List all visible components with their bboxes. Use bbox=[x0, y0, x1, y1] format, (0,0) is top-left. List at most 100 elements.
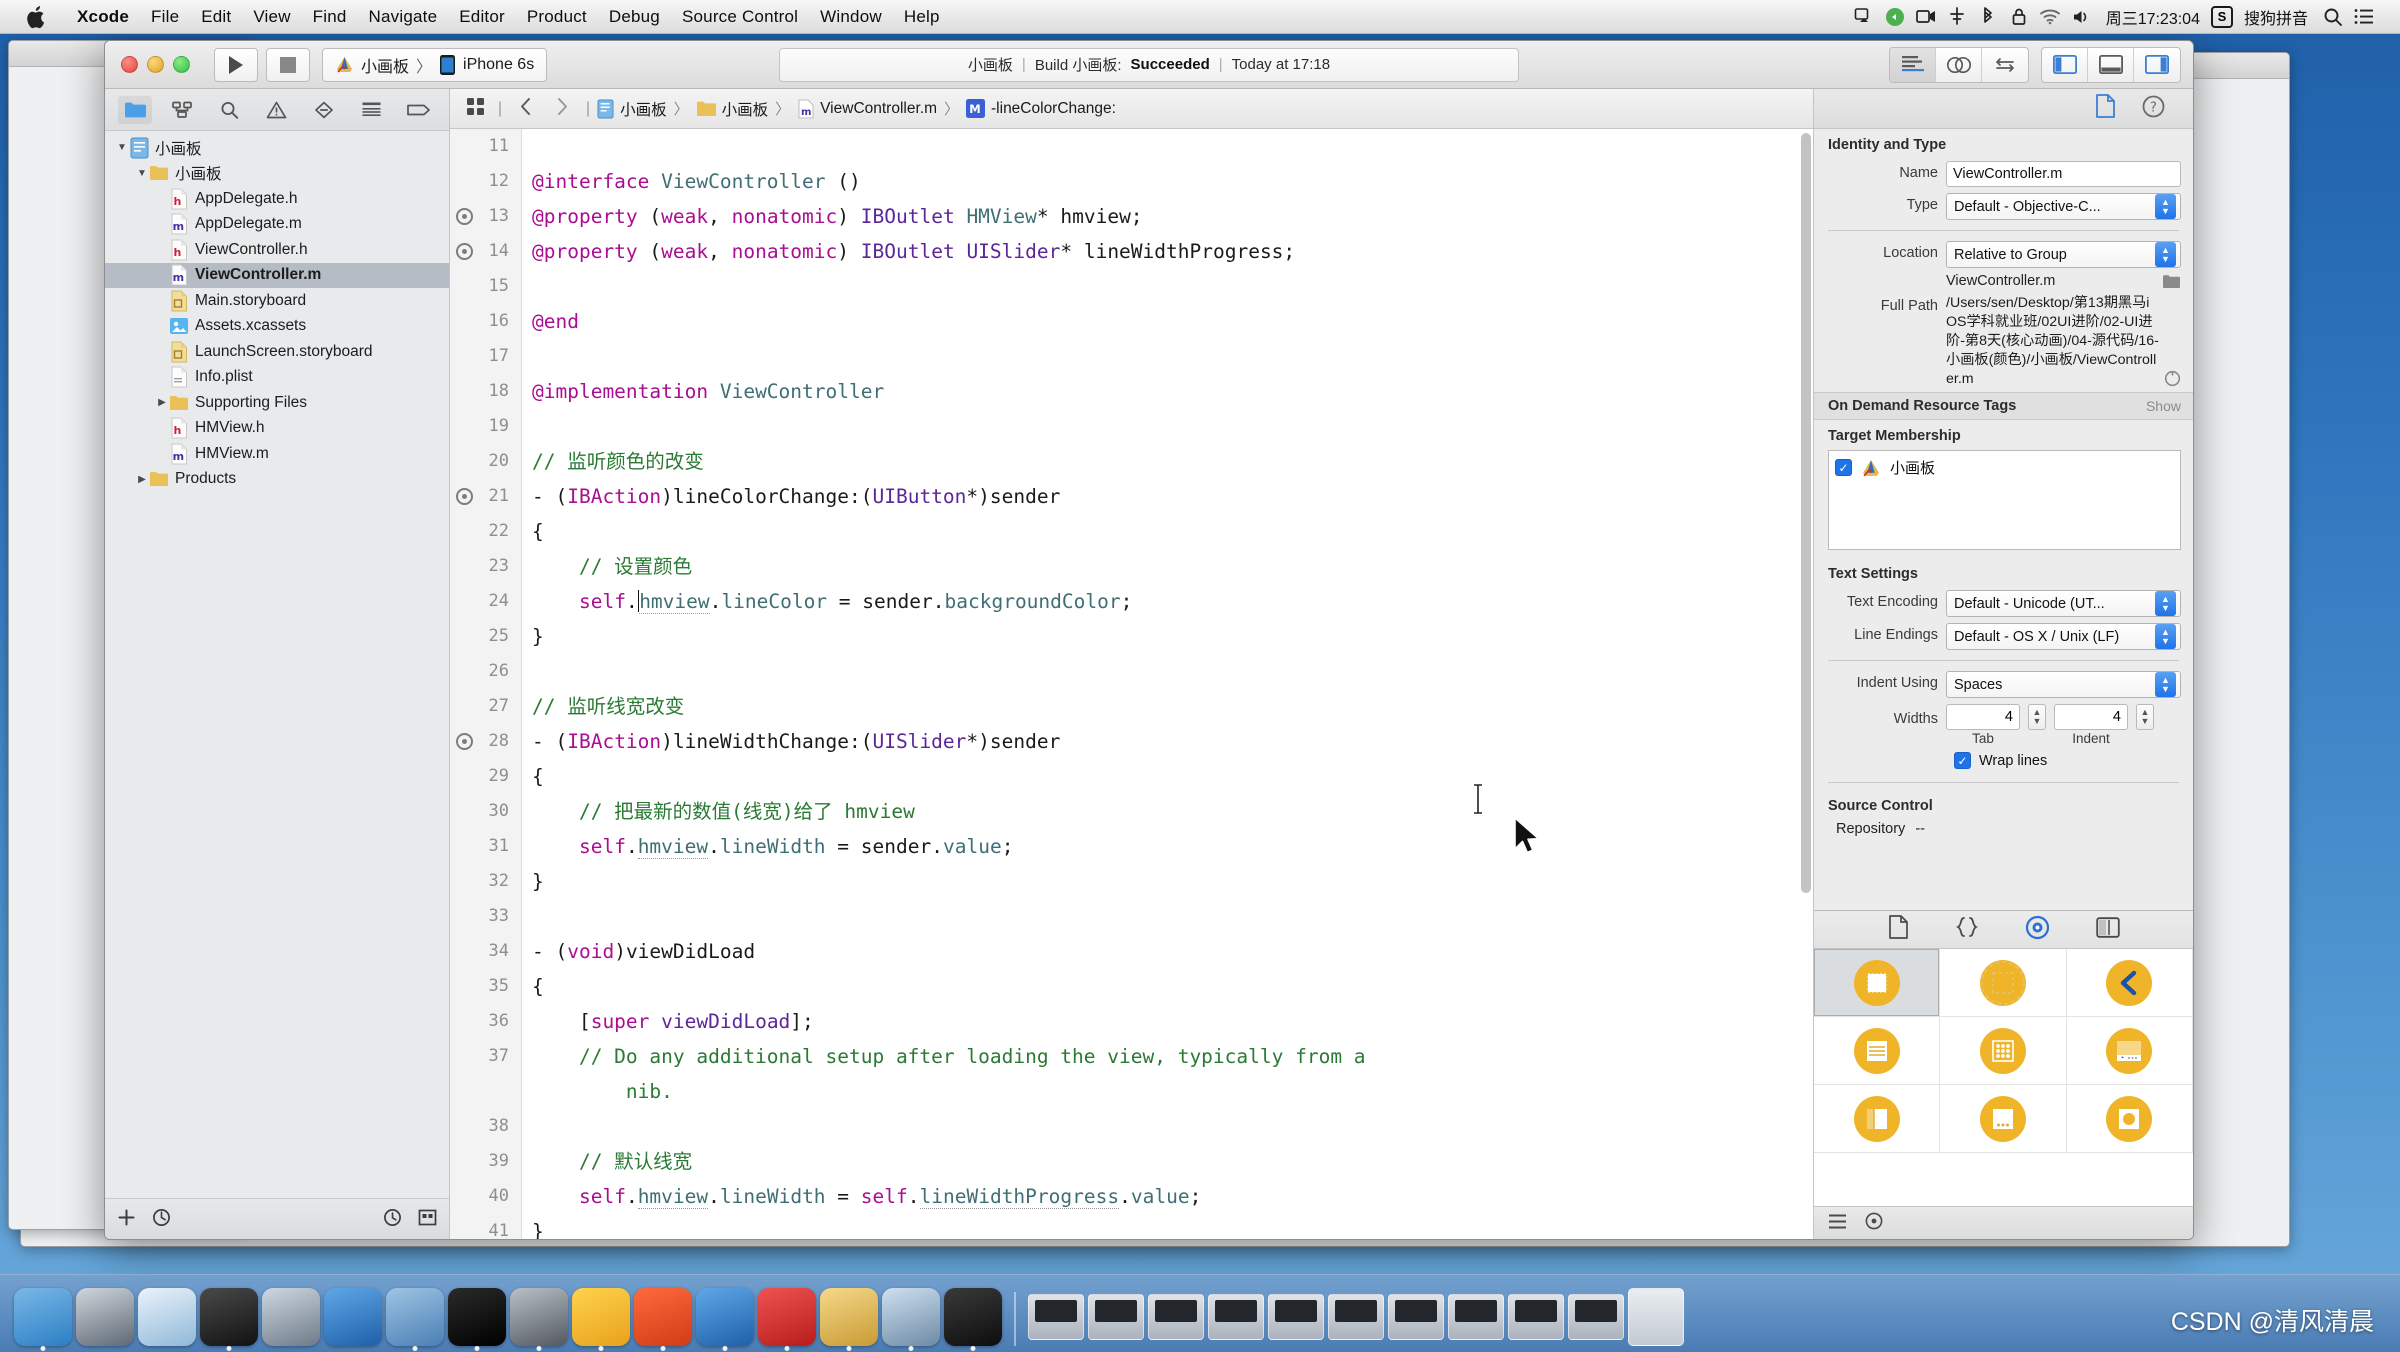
file-template-library-icon[interactable] bbox=[1888, 915, 1909, 944]
assistant-editor-icon[interactable] bbox=[1936, 47, 1982, 82]
breadcrumb-file[interactable]: m ViewController.m bbox=[797, 99, 937, 119]
scrollbar-thumb[interactable] bbox=[1801, 133, 1811, 893]
input-method-badge[interactable]: S bbox=[2210, 5, 2233, 28]
line-number[interactable]: 17 bbox=[450, 339, 521, 374]
code-text[interactable]: @interface ViewController () @property (w… bbox=[522, 129, 1813, 1239]
debug-navigator-icon[interactable] bbox=[355, 96, 389, 124]
code-line[interactable]: // 把最新的数值(线宽)给了 hmview bbox=[532, 794, 1813, 829]
type-popup[interactable]: Default - Objective-C... ▲ ▼ bbox=[1946, 193, 2181, 220]
issue-navigator-icon[interactable] bbox=[260, 96, 294, 124]
code-line[interactable]: } bbox=[532, 864, 1813, 899]
editor-scrollbar[interactable] bbox=[1801, 133, 1811, 1163]
view-controller-object[interactable] bbox=[1814, 949, 1941, 1017]
tree-item-viewcontroller-h[interactable]: h ViewController.h bbox=[105, 237, 449, 263]
apple-menu-icon[interactable] bbox=[26, 4, 48, 30]
tree-item-assets-xcassets[interactable]: Assets.xcassets bbox=[105, 314, 449, 340]
glkit-view-controller-object[interactable] bbox=[2066, 1085, 2193, 1153]
dock-minimized-window-4[interactable] bbox=[1268, 1294, 1324, 1340]
storyboard-reference-object[interactable] bbox=[1940, 949, 2067, 1017]
code-line[interactable]: @property (weak, nonatomic) IBOutlet HMV… bbox=[532, 199, 1813, 234]
tree-item-main-storyboard[interactable]: Main.storyboard bbox=[105, 288, 449, 314]
tree-item-[interactable]: ▼ 小画板 bbox=[105, 135, 449, 161]
chevron-right-icon[interactable] bbox=[546, 97, 579, 121]
line-number[interactable]: 30 bbox=[450, 794, 521, 829]
line-number[interactable]: 24 bbox=[450, 584, 521, 619]
dock-icon-paw[interactable] bbox=[634, 1288, 692, 1351]
tree-item-hmview-m[interactable]: m HMView.m bbox=[105, 441, 449, 467]
line-number[interactable]: 21 bbox=[450, 479, 521, 514]
line-number[interactable]: 31 bbox=[450, 829, 521, 864]
tree-item-[interactable]: ▼ 小画板 bbox=[105, 161, 449, 187]
zoom-button[interactable] bbox=[173, 56, 190, 73]
collection-view-controller-object[interactable] bbox=[1940, 1017, 2067, 1085]
tree-twisty[interactable]: ▶ bbox=[155, 397, 169, 408]
help-icon[interactable] bbox=[1865, 1212, 1883, 1235]
chevron-left-icon[interactable] bbox=[509, 97, 542, 121]
line-number[interactable] bbox=[450, 1074, 521, 1109]
close-button[interactable] bbox=[121, 56, 138, 73]
line-number[interactable]: 19 bbox=[450, 409, 521, 444]
code-line[interactable]: { bbox=[532, 969, 1813, 1004]
toggle-debug-area-icon[interactable] bbox=[2088, 47, 2134, 82]
menu-find[interactable]: Find bbox=[302, 5, 358, 29]
menu-window[interactable]: Window bbox=[809, 5, 893, 29]
menu-navigate[interactable]: Navigate bbox=[358, 5, 449, 29]
project-navigator-icon[interactable] bbox=[117, 95, 152, 124]
dock-minimized-window-2[interactable] bbox=[1148, 1294, 1204, 1340]
line-number[interactable]: 11 bbox=[450, 129, 521, 164]
stop-button[interactable] bbox=[266, 47, 310, 82]
code-line[interactable]: // 默认线宽 bbox=[532, 1144, 1813, 1179]
code-line[interactable]: // 设置颜色 bbox=[532, 549, 1813, 584]
breakpoint-marker[interactable] bbox=[456, 243, 473, 260]
filter-button[interactable] bbox=[152, 1208, 171, 1232]
dock-chrome-window[interactable] bbox=[1028, 1294, 1084, 1340]
line-number[interactable]: 26 bbox=[450, 654, 521, 689]
notification-center-icon[interactable] bbox=[2350, 4, 2378, 30]
code-line[interactable]: [super viewDidLoad]; bbox=[532, 1004, 1813, 1039]
code-line[interactable]: - (void)viewDidLoad bbox=[532, 934, 1813, 969]
dock-icon-dashboard[interactable] bbox=[200, 1288, 258, 1351]
code-line[interactable] bbox=[532, 409, 1813, 444]
quick-help-icon[interactable]: ? bbox=[2142, 95, 2165, 123]
tree-item-appdelegate-m[interactable]: m AppDelegate.m bbox=[105, 212, 449, 238]
tab-bar-controller-object[interactable] bbox=[2066, 1017, 2193, 1085]
dock-icon-terminal[interactable] bbox=[448, 1288, 506, 1351]
code-line[interactable]: @end bbox=[532, 304, 1813, 339]
wrap-lines-checkbox[interactable]: ✓ bbox=[1954, 752, 1971, 769]
related-items-icon[interactable] bbox=[460, 97, 491, 121]
target-membership-list[interactable]: ✓ 小画板 bbox=[1828, 450, 2181, 550]
dock-icon-launchpad[interactable] bbox=[76, 1288, 134, 1346]
media-library-icon[interactable] bbox=[2095, 916, 2120, 943]
list-view-icon[interactable] bbox=[1828, 1213, 1847, 1235]
dock-icon-sketch[interactable] bbox=[572, 1288, 630, 1351]
tree-item-supporting-files[interactable]: ▶ Supporting Files bbox=[105, 390, 449, 416]
line-number[interactable]: 37 bbox=[450, 1039, 521, 1074]
tree-item-appdelegate-h[interactable]: h AppDelegate.h bbox=[105, 186, 449, 212]
tree-item-hmview-h[interactable]: h HMView.h bbox=[105, 416, 449, 442]
dock-icon-xcode-beta[interactable] bbox=[324, 1288, 382, 1346]
dock-icon-notes[interactable] bbox=[820, 1288, 878, 1351]
breakpoint-marker[interactable] bbox=[456, 488, 473, 505]
dock-minimized-window-7[interactable] bbox=[1448, 1294, 1504, 1340]
lock-icon[interactable] bbox=[2005, 4, 2033, 30]
tree-item-viewcontroller-m[interactable]: m ViewController.m bbox=[105, 262, 449, 288]
menu-clock[interactable]: 周三17:23:04 bbox=[2098, 5, 2208, 29]
code-line[interactable]: nib. bbox=[532, 1074, 1813, 1109]
code-line[interactable]: self.hmview.lineColor = sender.backgroun… bbox=[532, 584, 1813, 619]
dropbox-icon[interactable] bbox=[1881, 4, 1909, 30]
standard-editor-icon[interactable] bbox=[1890, 47, 1936, 82]
code-line[interactable]: @interface ViewController () bbox=[532, 164, 1813, 199]
menu-xcode[interactable]: Xcode bbox=[66, 5, 140, 29]
toggle-utilities-icon[interactable] bbox=[2134, 48, 2180, 82]
code-line[interactable]: self.hmview.lineWidth = self.lineWidthPr… bbox=[532, 1179, 1813, 1214]
location-popup[interactable]: Relative to Group ▲ ▼ bbox=[1946, 241, 2181, 268]
breakpoint-marker[interactable] bbox=[456, 208, 473, 225]
menu-file[interactable]: File bbox=[140, 5, 190, 29]
indent-width-input[interactable]: 4 bbox=[2054, 704, 2128, 730]
line-number[interactable]: 39 bbox=[450, 1144, 521, 1179]
source-editor[interactable]: | | 小画板 〉 小画板 〉 m ViewController.m 〉 M -… bbox=[450, 89, 1813, 1239]
code-line[interactable]: - (IBAction)lineWidthChange:(UISlider*)s… bbox=[532, 724, 1813, 759]
line-number-gutter[interactable]: 11 12 13 14 15 16 17 18 19 20 21 22 23 24 25 26 27 28 29 30… bbox=[450, 129, 522, 1239]
screen-record-icon[interactable] bbox=[1912, 4, 1940, 30]
dock-icon-system-preferences[interactable] bbox=[510, 1288, 568, 1351]
